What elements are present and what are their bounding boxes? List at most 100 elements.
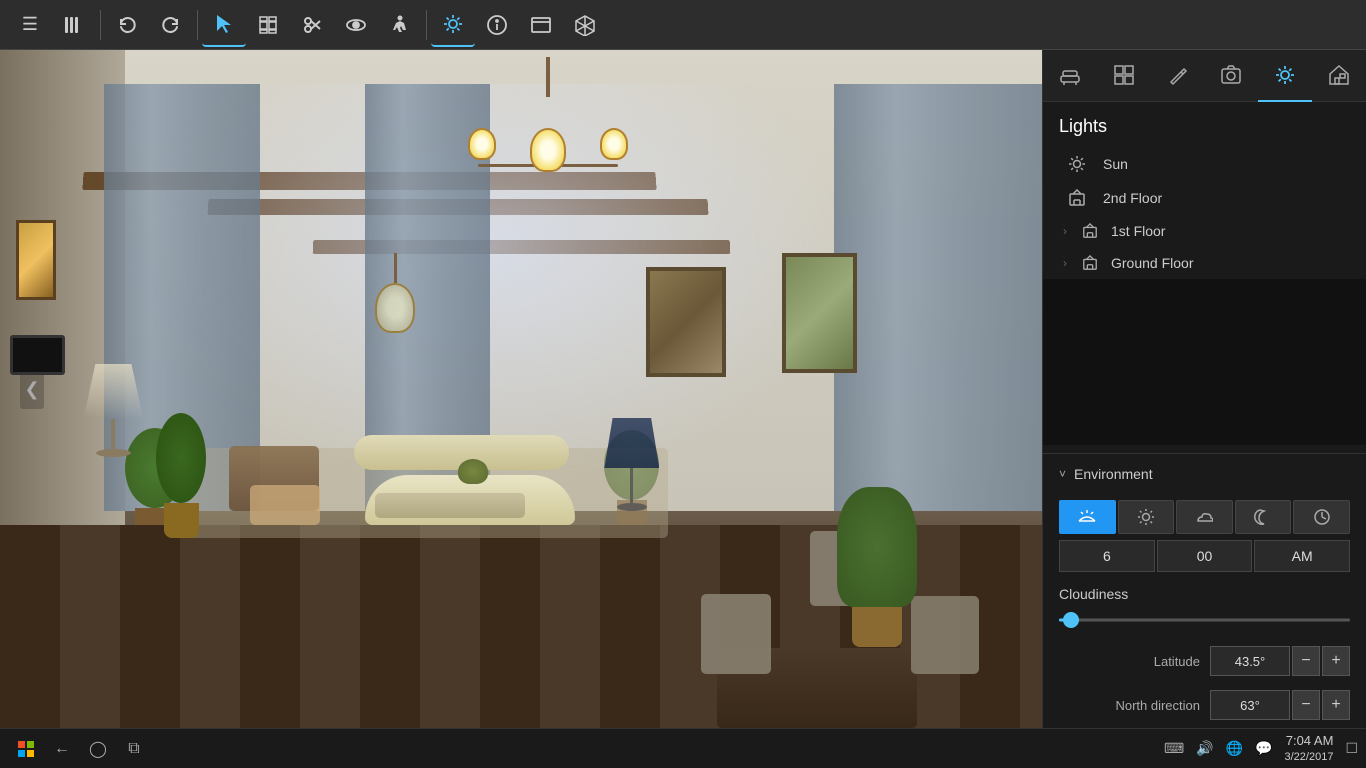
taskbar-right: ⌨ 🔊 🌐 💬 7:04 AM 3/22/2017 ☐ bbox=[1164, 733, 1358, 764]
north-direction-input[interactable]: 63° bbox=[1210, 690, 1290, 720]
table-lamp-right bbox=[604, 418, 659, 511]
wall-picture-2 bbox=[782, 253, 857, 373]
light-item-sun[interactable]: Sun bbox=[1043, 147, 1366, 181]
north-minus-btn[interactable]: − bbox=[1292, 690, 1320, 720]
eye-icon[interactable] bbox=[334, 3, 378, 47]
sidebar-furniture-tool[interactable] bbox=[1043, 50, 1097, 102]
time-hour-value: 6 bbox=[1103, 548, 1111, 564]
sep1 bbox=[100, 10, 101, 40]
viewport[interactable]: ❮ bbox=[0, 50, 1042, 728]
wall-picture-1 bbox=[646, 267, 726, 377]
chevron-1st-icon: › bbox=[1063, 224, 1067, 238]
north-direction-label: North direction bbox=[1059, 698, 1200, 713]
redo-icon[interactable] bbox=[149, 3, 193, 47]
latitude-label: Latitude bbox=[1059, 654, 1200, 669]
taskview-button[interactable]: ⧉ bbox=[118, 733, 150, 765]
north-direction-row: North direction 63° − + bbox=[1043, 684, 1366, 726]
chevron-ground-icon: › bbox=[1063, 256, 1067, 270]
light-item-2nd-floor[interactable]: 2nd Floor bbox=[1043, 181, 1366, 215]
scene-left-arrow[interactable]: ❮ bbox=[20, 369, 44, 409]
env-time-row bbox=[1059, 500, 1350, 534]
sep2 bbox=[197, 10, 198, 40]
plant-right bbox=[837, 487, 917, 647]
scissors-icon[interactable] bbox=[290, 3, 334, 47]
light-item-2nd-label: 2nd Floor bbox=[1103, 190, 1162, 206]
bulb-right bbox=[600, 128, 628, 160]
taskbar: ← ◯ ⧉ ⌨ 🔊 🌐 💬 7:04 AM 3/22/2017 ☐ bbox=[0, 728, 1366, 768]
environment-chevron-icon: ˅ bbox=[1059, 467, 1066, 481]
cortana-button[interactable]: ◯ bbox=[82, 733, 114, 765]
light-item-sun-label: Sun bbox=[1103, 156, 1128, 172]
chandelier bbox=[448, 57, 648, 177]
taskbar-time-value: 7:04 AM bbox=[1285, 733, 1334, 750]
menu-icon[interactable]: ☰ bbox=[8, 3, 52, 47]
plant-2 bbox=[156, 413, 206, 538]
time-display-row: 6 00 AM bbox=[1059, 540, 1350, 572]
taskbar-clock[interactable]: 7:04 AM 3/22/2017 bbox=[1285, 733, 1334, 764]
slider-track bbox=[1059, 619, 1350, 622]
3d-icon[interactable] bbox=[563, 3, 607, 47]
lights-title: Lights bbox=[1043, 102, 1366, 147]
slider-thumb[interactable] bbox=[1063, 612, 1079, 628]
north-direction-value: 63° bbox=[1240, 698, 1260, 713]
keyboard-icon[interactable]: ⌨ bbox=[1164, 740, 1184, 757]
undo-icon[interactable] bbox=[105, 3, 149, 47]
lights-panel: Lights Sun bbox=[1043, 102, 1366, 279]
time-hour-box[interactable]: 6 bbox=[1059, 540, 1155, 572]
light-item-ground-floor[interactable]: › Ground Floor bbox=[1043, 247, 1366, 279]
back-button[interactable]: ← bbox=[46, 733, 78, 765]
time-minute-value: 00 bbox=[1197, 548, 1213, 564]
sep3 bbox=[426, 10, 427, 40]
north-plus-btn[interactable]: + bbox=[1322, 690, 1350, 720]
dining-chair-3 bbox=[911, 596, 979, 674]
latitude-value: 43.5° bbox=[1235, 654, 1266, 669]
bulb-left bbox=[468, 128, 496, 160]
coffee-table bbox=[375, 493, 525, 518]
sidebar-light-tool[interactable] bbox=[1258, 50, 1312, 102]
sidebar-photo-tool[interactable] bbox=[1204, 50, 1258, 102]
environment-section: ˅ Environment bbox=[1043, 453, 1366, 728]
sidebar-house-tool[interactable] bbox=[1312, 50, 1366, 102]
latitude-row: Latitude 43.5° − + bbox=[1043, 640, 1366, 682]
sidebar-toolbar bbox=[1043, 50, 1366, 102]
time-minute-box[interactable]: 00 bbox=[1157, 540, 1253, 572]
info-main-icon[interactable] bbox=[475, 3, 519, 47]
bulb-center-left bbox=[530, 128, 566, 172]
network-icon[interactable]: 🌐 bbox=[1226, 740, 1243, 757]
sidebar-paint-tool[interactable] bbox=[1151, 50, 1205, 102]
latitude-minus-btn[interactable]: − bbox=[1292, 646, 1320, 676]
vase bbox=[458, 459, 488, 484]
volume-icon[interactable]: 🔊 bbox=[1196, 740, 1213, 757]
walk-icon[interactable] bbox=[378, 3, 422, 47]
environment-title: Environment bbox=[1074, 466, 1153, 482]
latitude-plus-btn[interactable]: + bbox=[1322, 646, 1350, 676]
cloudiness-label: Cloudiness bbox=[1043, 576, 1366, 606]
stool bbox=[250, 485, 320, 525]
room-scene: ❮ bbox=[0, 50, 1042, 728]
top-toolbar: ☰ bbox=[0, 0, 1366, 50]
sunrise-btn[interactable] bbox=[1059, 500, 1116, 534]
cloudiness-slider[interactable] bbox=[1059, 610, 1350, 630]
time-ampm-value: AM bbox=[1292, 548, 1313, 564]
tv bbox=[10, 335, 65, 375]
light-item-ground-label: Ground Floor bbox=[1111, 255, 1193, 271]
custom-time-btn[interactable] bbox=[1293, 500, 1350, 534]
day-btn[interactable] bbox=[1118, 500, 1175, 534]
notification-icon[interactable]: 💬 bbox=[1255, 740, 1272, 757]
light-item-1st-floor[interactable]: › 1st Floor bbox=[1043, 215, 1366, 247]
environment-header[interactable]: ˅ Environment bbox=[1043, 454, 1366, 494]
library-icon[interactable] bbox=[52, 3, 96, 47]
sun-main-icon[interactable] bbox=[431, 3, 475, 47]
night-btn[interactable] bbox=[1235, 500, 1292, 534]
select-icon[interactable] bbox=[202, 3, 246, 47]
action-center-icon[interactable]: ☐ bbox=[1345, 740, 1358, 757]
object-icon[interactable] bbox=[246, 3, 290, 47]
cloudy-btn[interactable] bbox=[1176, 500, 1233, 534]
latitude-input[interactable]: 43.5° bbox=[1210, 646, 1290, 676]
start-button[interactable] bbox=[8, 731, 44, 767]
sidebar-build-tool[interactable] bbox=[1097, 50, 1151, 102]
time-ampm-box[interactable]: AM bbox=[1254, 540, 1350, 572]
pendant-light bbox=[375, 253, 415, 333]
curtain-right bbox=[834, 84, 1042, 511]
viewport-icon[interactable] bbox=[519, 3, 563, 47]
